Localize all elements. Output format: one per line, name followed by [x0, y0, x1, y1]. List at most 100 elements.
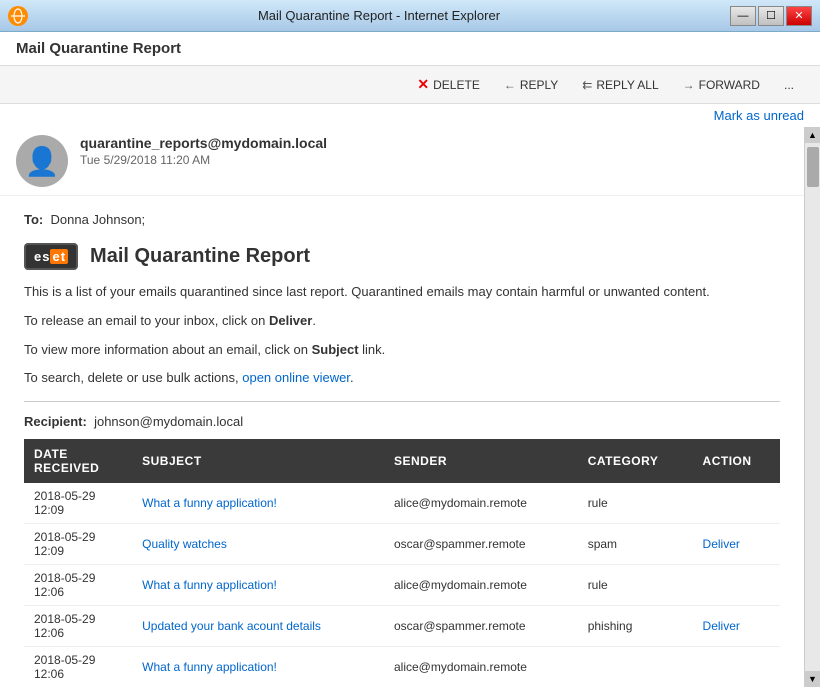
cell-action: [693, 483, 780, 524]
delete-button[interactable]: ✕ DELETE: [407, 72, 489, 97]
main-content: 👤 quarantine_reports@mydomain.local Tue …: [0, 127, 820, 687]
recipient-label: Recipient:: [24, 414, 87, 429]
cell-category: phishing: [578, 606, 693, 647]
cell-category: rule: [578, 565, 693, 606]
reply-all-icon: ⇇: [582, 78, 592, 92]
more-button[interactable]: ...: [774, 74, 804, 96]
to-label: To:: [24, 212, 43, 227]
cell-category: [578, 647, 693, 687]
cell-subject: Updated your bank acount details: [132, 606, 384, 647]
cell-category: spam: [578, 524, 693, 565]
cell-action: Deliver: [693, 606, 780, 647]
to-recipients: Donna Johnson;: [50, 212, 145, 227]
subject-link[interactable]: Quality watches: [142, 537, 227, 551]
window-controls[interactable]: — ☐ ✕: [730, 6, 812, 26]
reply-icon: ←: [504, 78, 516, 92]
forward-label: FORWARD: [699, 78, 760, 92]
cell-sender: oscar@spammer.remote: [384, 606, 578, 647]
reply-label: REPLY: [520, 78, 558, 92]
online-viewer-link[interactable]: open online viewer: [242, 370, 350, 385]
email-date: Tue 5/29/2018 11:20 AM: [80, 153, 788, 167]
subject-link[interactable]: What a funny application!: [142, 660, 277, 674]
cell-subject: Quality watches: [132, 524, 384, 565]
mark-unread-button[interactable]: Mark as unread: [714, 108, 804, 123]
subject-link[interactable]: What a funny application!: [142, 578, 277, 592]
recipient-value: johnson@mydomain.local: [94, 414, 243, 429]
cell-sender: alice@mydomain.remote: [384, 483, 578, 524]
table-header: DATERECEIVED SUBJECT SENDER CATEGORY ACT…: [24, 439, 780, 483]
subject-link[interactable]: What a funny application!: [142, 496, 277, 510]
intro2-pre: To release an email to your inbox, click…: [24, 313, 269, 328]
cell-date: 2018-05-2912:06: [24, 565, 132, 606]
close-button[interactable]: ✕: [786, 6, 812, 26]
eset-logo-text: es: [34, 249, 50, 264]
table-row: 2018-05-2912:06 What a funny application!…: [24, 565, 780, 606]
intro-text-3: To view more information about an email,…: [24, 340, 780, 361]
table-row: 2018-05-2912:06 What a funny application!…: [24, 647, 780, 687]
cell-subject: What a funny application!: [132, 647, 384, 687]
to-line: To: Donna Johnson;: [24, 212, 780, 227]
intro-text-4: To search, delete or use bulk actions, o…: [24, 368, 780, 389]
subject-link[interactable]: Updated your bank acount details: [142, 619, 321, 633]
col-subject: SUBJECT: [132, 439, 384, 483]
table-row: 2018-05-2912:06 Updated your bank acount …: [24, 606, 780, 647]
maximize-button[interactable]: ☐: [758, 6, 784, 26]
scrollbar[interactable]: ▲ ▼: [804, 127, 820, 687]
email-meta: quarantine_reports@mydomain.local Tue 5/…: [80, 135, 788, 167]
eset-logo-et: et: [50, 249, 68, 264]
main-window: Mail Quarantine Report ✕ DELETE ← REPLY …: [0, 32, 820, 687]
table-body: 2018-05-2912:09 What a funny application!…: [24, 483, 780, 687]
email-header: 👤 quarantine_reports@mydomain.local Tue …: [0, 127, 804, 196]
cell-date: 2018-05-2912:06: [24, 606, 132, 647]
delete-label: DELETE: [433, 78, 480, 92]
ie-icon: [8, 6, 28, 26]
scroll-up-button[interactable]: ▲: [805, 127, 820, 143]
forward-icon: →: [683, 78, 695, 92]
table-row: 2018-05-2912:09 What a funny application!…: [24, 483, 780, 524]
delete-icon: ✕: [417, 76, 429, 93]
cell-sender: oscar@spammer.remote: [384, 524, 578, 565]
mark-unread-area: Mark as unread: [0, 104, 820, 127]
reply-all-button[interactable]: ⇇ REPLY ALL: [572, 74, 668, 96]
forward-button[interactable]: → FORWARD: [673, 74, 770, 96]
intro3-end: link.: [359, 342, 386, 357]
cell-date: 2018-05-2912:06: [24, 647, 132, 687]
deliver-link[interactable]: Deliver: [703, 619, 740, 633]
cell-subject: What a funny application!: [132, 483, 384, 524]
cell-date: 2018-05-2912:09: [24, 483, 132, 524]
email-toolbar: ✕ DELETE ← REPLY ⇇ REPLY ALL → FORWARD .…: [0, 66, 820, 104]
cell-action: Deliver: [693, 524, 780, 565]
avatar: 👤: [16, 135, 68, 187]
intro4-pre: To search, delete or use bulk actions,: [24, 370, 242, 385]
intro4-end: .: [350, 370, 354, 385]
eset-report-title: Mail Quarantine Report: [90, 245, 310, 268]
cell-subject: What a funny application!: [132, 565, 384, 606]
col-sender: SENDER: [384, 439, 578, 483]
intro2-end: .: [312, 313, 316, 328]
intro-text-2: To release an email to your inbox, click…: [24, 311, 780, 332]
minimize-button[interactable]: —: [730, 6, 756, 26]
cell-date: 2018-05-2912:09: [24, 524, 132, 565]
scroll-down-button[interactable]: ▼: [805, 671, 820, 687]
intro-text-1: This is a list of your emails quarantine…: [24, 282, 780, 303]
app-title: Mail Quarantine Report: [16, 40, 181, 57]
intro3-bold: Subject: [312, 342, 359, 357]
reply-all-label: REPLY ALL: [596, 78, 658, 92]
cell-category: rule: [578, 483, 693, 524]
email-content: 👤 quarantine_reports@mydomain.local Tue …: [0, 127, 804, 687]
intro2-bold: Deliver: [269, 313, 312, 328]
section-divider: [24, 401, 780, 402]
more-label: ...: [784, 78, 794, 92]
window-title: Mail Quarantine Report - Internet Explor…: [28, 8, 730, 23]
cell-action: [693, 647, 780, 687]
sender-name: quarantine_reports@mydomain.local: [80, 135, 788, 151]
reply-button[interactable]: ← REPLY: [494, 74, 568, 96]
cell-action: [693, 565, 780, 606]
scroll-thumb[interactable]: [807, 147, 819, 187]
eset-logo: eset: [24, 243, 78, 270]
deliver-link[interactable]: Deliver: [703, 537, 740, 551]
cell-sender: alice@mydomain.remote: [384, 565, 578, 606]
col-category: CATEGORY: [578, 439, 693, 483]
quarantine-table: DATERECEIVED SUBJECT SENDER CATEGORY ACT…: [24, 439, 780, 687]
intro3-pre: To view more information about an email,…: [24, 342, 312, 357]
